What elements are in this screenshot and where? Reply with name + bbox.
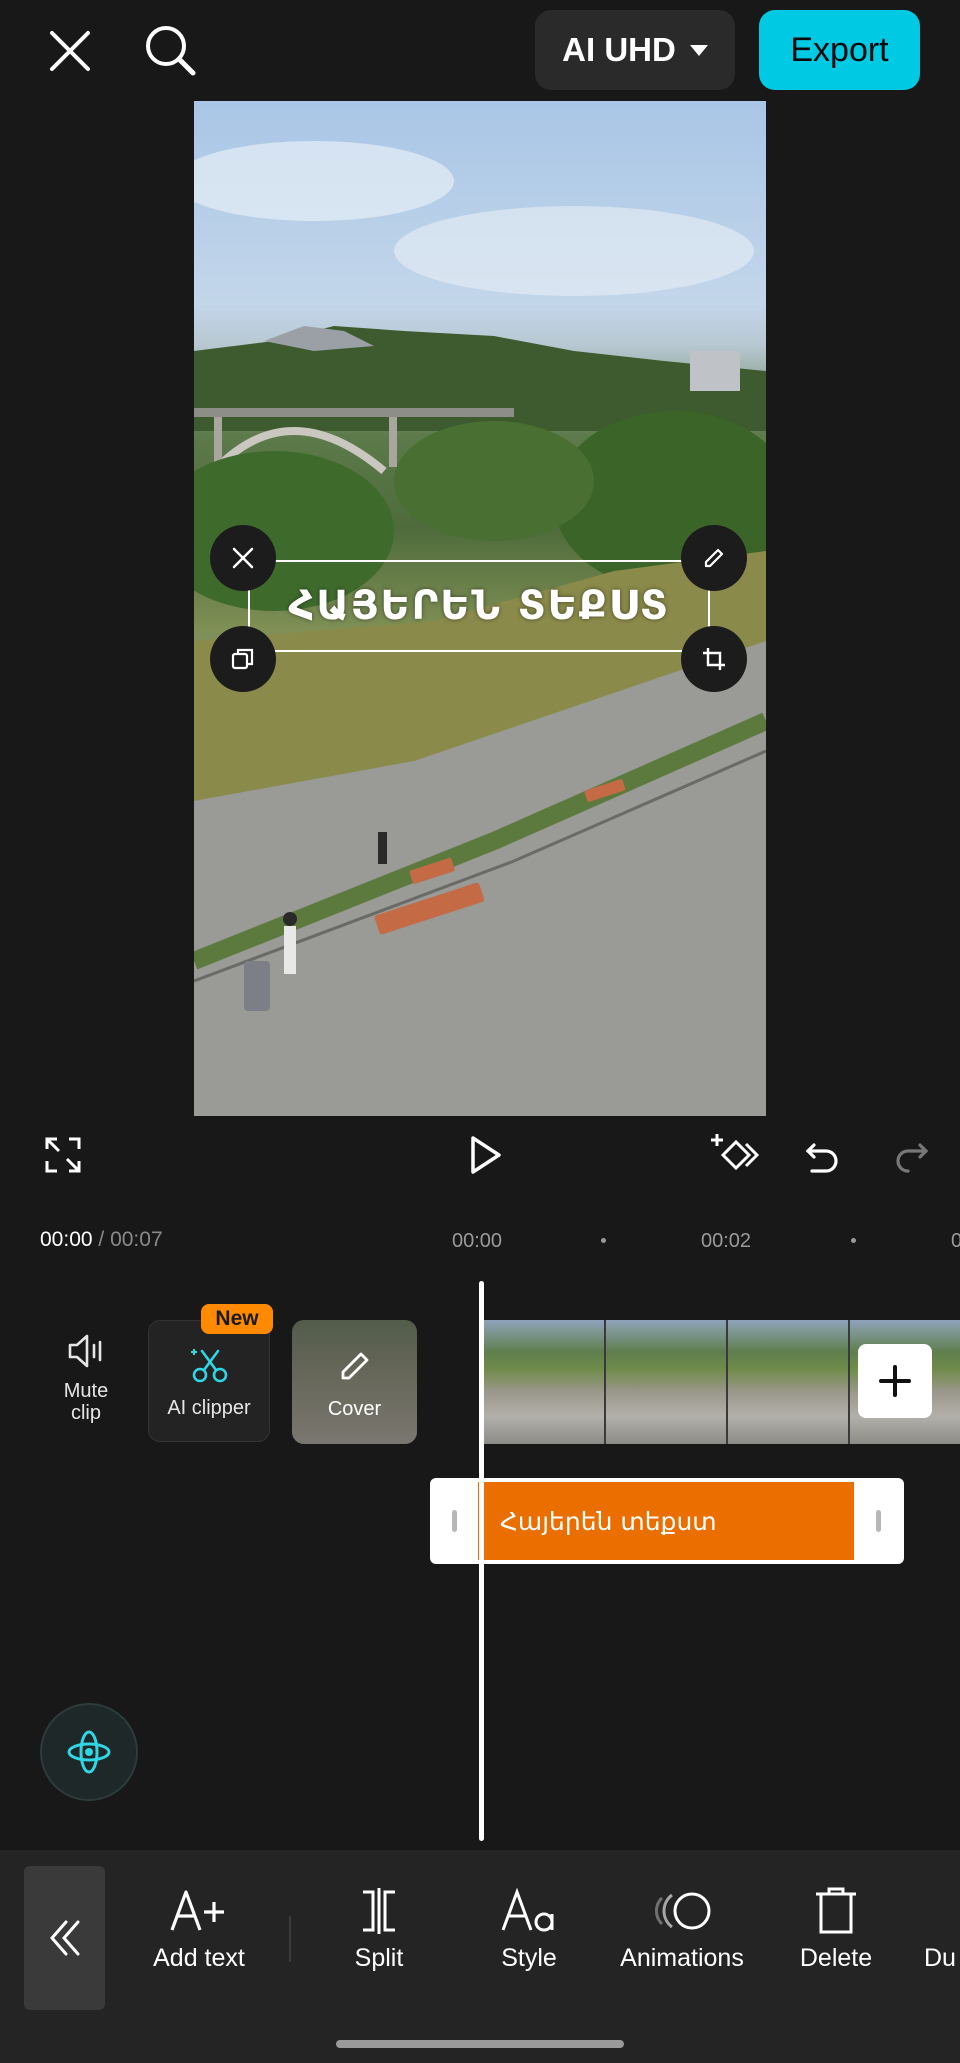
ai-clipper-button[interactable]: AI clipper <box>148 1320 270 1442</box>
video-frame-thumbnail <box>484 1320 606 1444</box>
scissors-sparkle-icon <box>191 1349 228 1383</box>
export-button[interactable]: Export <box>759 10 920 90</box>
ruler-tick-label: 00:00 <box>452 1230 503 1252</box>
delete-tool[interactable]: Delete <box>786 1886 886 1973</box>
split-icon <box>363 1888 395 1934</box>
time-readout: 00:00 / 00:07 <box>40 1228 163 1252</box>
text-track-label: Հայերեն տեքստ <box>478 1482 854 1560</box>
animations-tool[interactable]: Animations <box>612 1886 752 1973</box>
cover-label: Cover <box>327 1398 382 1420</box>
rotate-scale-icon <box>703 648 725 670</box>
ruler-tick-label: 00:02 <box>701 1230 752 1252</box>
duplicate-label: Du <box>924 1944 956 1972</box>
add-text-tool[interactable]: Add text <box>142 1886 256 1973</box>
playhead[interactable] <box>479 1281 484 1841</box>
close-icon <box>232 547 254 569</box>
delete-label: Delete <box>799 1944 873 1972</box>
ruler-tick-label: 0 <box>951 1230 960 1252</box>
mute-icon <box>68 1334 102 1368</box>
add-keyframe-button[interactable] <box>706 1120 766 1190</box>
play-button[interactable] <box>455 1120 515 1190</box>
close-button[interactable] <box>40 25 100 77</box>
collapse-toolbar-button[interactable] <box>24 1866 105 2010</box>
new-badge: New <box>201 1304 273 1334</box>
video-frame-thumbnail <box>728 1320 850 1444</box>
redo-button[interactable] <box>886 1120 938 1190</box>
split-tool[interactable]: Split <box>338 1886 420 1973</box>
add-text-icon <box>170 1890 224 1931</box>
duplicate-tool[interactable]: Du <box>924 1886 960 1973</box>
animations-icon <box>655 1892 711 1930</box>
edit-icon <box>704 548 724 568</box>
add-text-label: Add text <box>153 1944 245 1972</box>
style-tool[interactable]: Style <box>484 1886 574 1973</box>
ai-clipper-label: AI clipper <box>167 1397 251 1419</box>
cover-button[interactable]: Cover <box>292 1320 417 1444</box>
double-chevron-left-icon <box>49 1920 79 1956</box>
search-icon <box>146 26 196 76</box>
duplicate-icon <box>231 648 254 670</box>
toolbar-divider <box>289 1916 291 1962</box>
split-label: Split <box>354 1944 404 1972</box>
mute-clip-label: Mute clip <box>63 1380 109 1424</box>
scale-rotate-handle[interactable] <box>681 626 747 692</box>
plus-icon <box>879 1365 911 1397</box>
home-indicator[interactable] <box>336 2040 624 2048</box>
ai-assistant-button[interactable] <box>40 1703 138 1801</box>
ruler-tick-dot <box>851 1238 856 1243</box>
fullscreen-icon <box>45 1137 81 1173</box>
quality-label: AI UHD <box>562 31 676 68</box>
redo-icon <box>896 1143 929 1173</box>
undo-button[interactable] <box>796 1120 848 1190</box>
trim-handle-left[interactable] <box>452 1510 457 1532</box>
mute-clip-button[interactable]: Mute clip <box>50 1330 122 1440</box>
play-icon <box>471 1136 501 1174</box>
style-icon <box>501 1887 554 1932</box>
overlay-text: ՀԱՅԵՐԵՆ ՏԵՔՍՏ <box>288 583 670 629</box>
style-label: Style <box>501 1944 557 1972</box>
pencil-icon <box>341 1352 369 1380</box>
orbit-icon <box>67 1730 111 1774</box>
remove-text-handle[interactable] <box>210 525 276 591</box>
edit-text-handle[interactable] <box>681 525 747 591</box>
video-frame-thumbnail <box>606 1320 728 1444</box>
delete-icon <box>816 1887 856 1934</box>
chevron-down-icon <box>689 44 708 56</box>
search-button[interactable] <box>140 22 200 78</box>
trim-handle-right[interactable] <box>876 1510 881 1532</box>
ruler-tick-dot <box>601 1238 606 1243</box>
text-overlay-box[interactable]: ՀԱՅԵՐԵՆ ՏԵՔՍՏ <box>248 560 710 652</box>
keyframe-add-icon <box>711 1134 760 1171</box>
undo-icon <box>805 1143 838 1173</box>
animations-label: Animations <box>620 1944 744 1972</box>
total-time: / 00:07 <box>92 1228 163 1251</box>
quality-dropdown[interactable]: AI UHD <box>535 10 735 90</box>
fullscreen-button[interactable] <box>38 1120 88 1190</box>
add-clip-button[interactable] <box>858 1344 932 1418</box>
close-icon <box>50 31 90 71</box>
duplicate-text-handle[interactable] <box>210 626 276 692</box>
current-time: 00:00 <box>40 1228 93 1251</box>
